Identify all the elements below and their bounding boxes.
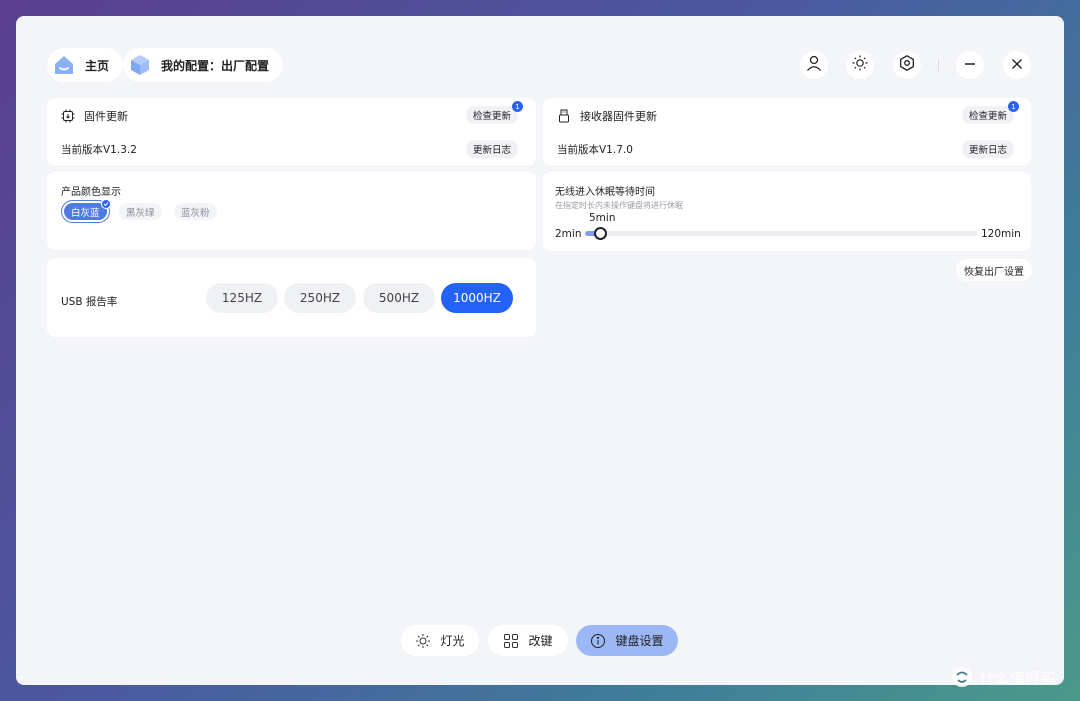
- user-button[interactable]: [800, 51, 828, 79]
- rate-250hz-button[interactable]: 250HZ: [284, 283, 356, 313]
- minimize-icon: [963, 56, 977, 75]
- rate-1000hz-button[interactable]: 1000HZ: [441, 283, 513, 313]
- watermark: 什么值得买: [950, 665, 1055, 689]
- receiver-version: 当前版本V1.7.0: [557, 144, 633, 156]
- usb-receiver-icon: [557, 109, 571, 123]
- home-icon: [51, 52, 77, 78]
- update-badge: 1: [1008, 101, 1020, 112]
- sun-icon: [851, 54, 869, 76]
- firmware-card: 固件更新 检查更新 1 当前版本V1.3.2 更新日志: [47, 98, 536, 165]
- color-display-card: 产品颜色显示 白灰蓝 黑灰绿 蓝灰粉: [47, 172, 536, 250]
- home-label: 主页: [85, 58, 110, 73]
- firmware-check-update-button[interactable]: 检查更新 1: [466, 101, 524, 124]
- settings-button[interactable]: [893, 51, 921, 79]
- color-option-white-gray-blue[interactable]: 白灰蓝: [64, 199, 111, 220]
- close-button[interactable]: [1003, 51, 1031, 79]
- sleep-card: 无线进入休眠等待时间 在指定时长内未操作键盘将进行休眠 5min 2min 12…: [543, 172, 1031, 251]
- receiver-check-update-button[interactable]: 检查更新 1: [962, 101, 1020, 124]
- brightness-button[interactable]: [846, 51, 874, 79]
- rate-500hz-button[interactable]: 500HZ: [363, 283, 435, 313]
- user-icon: [805, 54, 823, 76]
- close-icon: [1010, 56, 1024, 75]
- sleep-max-label: 120min: [981, 228, 1021, 240]
- sleep-slider-track[interactable]: [585, 231, 977, 236]
- cube-icon: [127, 52, 153, 78]
- grid-icon: [503, 633, 519, 649]
- nav-keyboard-settings-button[interactable]: 键盘设置: [576, 625, 678, 656]
- usb-rate-label: USB 报告率: [61, 296, 118, 308]
- home-breadcrumb[interactable]: 主页: [47, 48, 124, 82]
- update-badge: 1: [512, 101, 524, 112]
- minimize-button[interactable]: [956, 51, 984, 79]
- receiver-title: 接收器固件更新: [557, 108, 657, 124]
- config-label: 我的配置：出厂配置: [161, 58, 270, 73]
- hex-gear-icon: [898, 54, 916, 76]
- nav-light-button[interactable]: 灯光: [401, 625, 479, 656]
- sleep-subtitle: 在指定时长内未操作键盘将进行休眠: [555, 201, 683, 210]
- color-option-black-gray-green[interactable]: 黑灰绿: [119, 203, 162, 220]
- sleep-min-label: 2min: [555, 228, 582, 240]
- receiver-card: 接收器固件更新 检查更新 1 当前版本V1.7.0 更新日志: [543, 98, 1031, 165]
- chip-icon: [61, 109, 75, 123]
- info-icon: [590, 633, 606, 649]
- config-breadcrumb[interactable]: 我的配置：出厂配置: [123, 48, 284, 82]
- sun-icon: [415, 633, 431, 649]
- firmware-title: 固件更新: [61, 108, 128, 124]
- factory-reset-button[interactable]: 恢复出厂设置: [956, 259, 1032, 281]
- rate-125hz-button[interactable]: 125HZ: [206, 283, 278, 313]
- sleep-current-value: 5min: [589, 212, 616, 224]
- sleep-slider-thumb[interactable]: [594, 227, 608, 240]
- color-display-title: 产品颜色显示: [61, 187, 121, 198]
- smzdm-logo-icon: [950, 665, 974, 689]
- app-window: 主页 我的配置：出厂配置 固件更新 检查更新 1 当前版本V1.3.2 更新日志…: [16, 16, 1064, 685]
- receiver-log-button[interactable]: 更新日志: [962, 140, 1015, 158]
- sleep-title: 无线进入休眠等待时间: [555, 187, 655, 198]
- firmware-log-button[interactable]: 更新日志: [466, 140, 519, 158]
- header-divider: [938, 59, 939, 71]
- check-icon: [100, 199, 111, 209]
- color-option-blue-gray-pink[interactable]: 蓝灰粉: [174, 203, 217, 220]
- usb-rate-card: USB 报告率 125HZ 250HZ 500HZ 1000HZ: [47, 258, 536, 337]
- watermark-text: 什么值得买: [980, 668, 1056, 687]
- firmware-version: 当前版本V1.3.2: [61, 144, 137, 156]
- nav-remap-button[interactable]: 改键: [488, 625, 568, 656]
